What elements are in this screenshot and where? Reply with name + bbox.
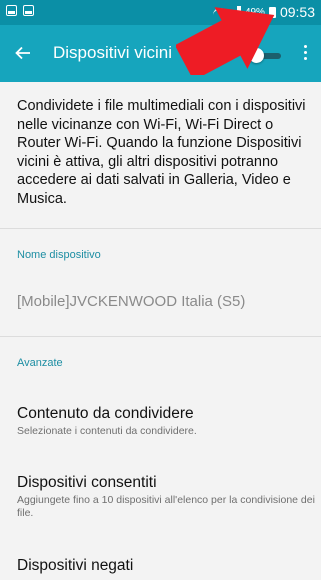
notification-icons bbox=[6, 5, 34, 16]
item-subtitle: Selezionate i contenuti da condividere. bbox=[17, 425, 197, 437]
back-button[interactable] bbox=[11, 41, 35, 65]
device-name-value[interactable]: [Mobile]JVCKENWOOD Italia (S5) bbox=[17, 293, 245, 310]
page-title: Dispositivi vicini bbox=[53, 43, 173, 62]
item-title: Contenuto da condividere bbox=[17, 405, 194, 422]
allowed-devices-item[interactable]: Dispositivi consentiti Aggiungete fino a… bbox=[17, 473, 315, 519]
item-title: Dispositivi consentiti bbox=[17, 474, 157, 491]
item-title: Dispositivi negati bbox=[17, 557, 134, 574]
item-subtitle: Aggiungete fino a 10 dispositivi all'ele… bbox=[17, 494, 315, 519]
feature-description: Condividete i file multimediali con i di… bbox=[17, 98, 306, 207]
screenshot-notification-icon bbox=[23, 5, 34, 16]
annotation-arrow-icon bbox=[176, 7, 275, 75]
more-options-button[interactable] bbox=[300, 45, 310, 67]
denied-devices-item[interactable]: Dispositivi negati bbox=[17, 556, 315, 575]
gallery-notification-icon bbox=[6, 5, 17, 16]
shared-content-item[interactable]: Contenuto da condividere Selezionate i c… bbox=[17, 404, 315, 438]
arrow-left-icon bbox=[15, 46, 30, 60]
device-name-section-label: Nome dispositivo bbox=[17, 249, 101, 261]
divider bbox=[0, 228, 321, 229]
divider bbox=[0, 336, 321, 337]
advanced-section-label: Avanzate bbox=[17, 357, 63, 369]
more-vert-icon bbox=[300, 45, 310, 60]
